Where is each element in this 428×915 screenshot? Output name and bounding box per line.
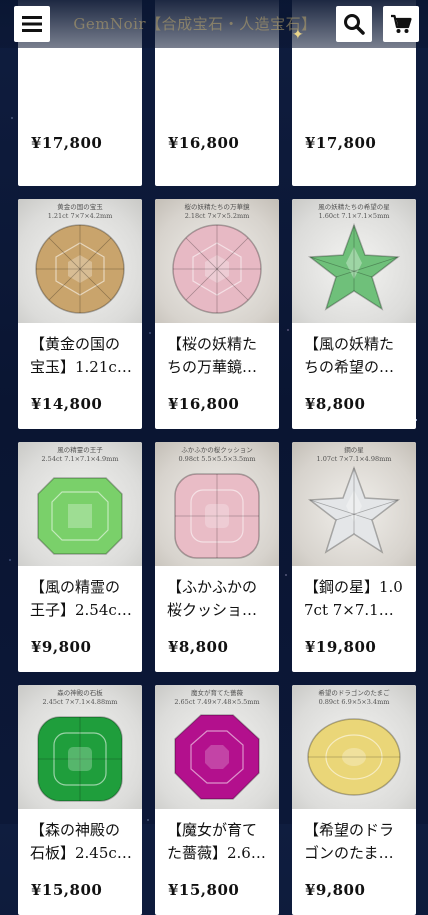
product-price: ¥19,800: [305, 638, 377, 656]
product-price: ¥17,800: [31, 134, 103, 152]
search-button[interactable]: [336, 6, 372, 42]
product-title[interactable]: 【魔女が育てた薔薇】2.65ct 7.49×7.48×5.5mm: [155, 809, 279, 867]
cart-button[interactable]: [383, 6, 419, 42]
sparkle-icon: ✦: [292, 27, 304, 43]
product-price: ¥15,800: [168, 881, 240, 899]
product-photo[interactable]: 桜の妖精たちの万華鏡 2.18ct 7×7×5.2mm: [155, 199, 279, 323]
photo-caption: 風の精霊の王子 2.54ct 7.1×7.1×4.9mm: [41, 446, 119, 463]
product-photo[interactable]: 黄金の国の宝玉 1.21ct 7×7×4.2mm: [18, 199, 142, 323]
product-photo[interactable]: 魔女が育てた薔薇 2.65ct 7.49×7.48×5.5mm: [155, 685, 279, 809]
product-photo[interactable]: 希望のドラゴンのたまご 0.89ct 6.9×5×3.4mm: [292, 685, 416, 809]
product-card[interactable]: 鋼の星 1.07ct 7×7.1×4.98mm 【鋼の星】1.07ct 7×7.1…: [292, 442, 416, 672]
photo-caption: ふかふかの桜クッション 0.98ct 5.5×5.5×3.5mm: [178, 446, 256, 463]
photo-caption: 希望のドラゴンのたまご 0.89ct 6.9×5×3.4mm: [318, 689, 390, 706]
product-photo[interactable]: 風の精霊の王子 2.54ct 7.1×7.1×4.9mm: [18, 442, 142, 566]
product-card[interactable]: ふかふかの桜クッション 0.98ct 5.5×5.5×3.5mm 【ふかふかの桜ク…: [155, 442, 279, 672]
search-icon: [344, 14, 365, 35]
product-grid: ¥17,800 ¥16,800 ¥17,800 黄金の国の宝玉 1.21ct 7…: [18, 0, 416, 915]
product-title[interactable]: 【森の神殿の石板】2.45ct 7×7.1×4.88mm: [18, 809, 142, 867]
product-card[interactable]: 桜の妖精たちの万華鏡 2.18ct 7×7×5.2mm 【桜の妖精たちの万華鏡】2…: [155, 199, 279, 429]
product-title[interactable]: 【風の妖精たちの希望の星】1.60ct 7.1×7.1×5mm: [292, 323, 416, 381]
product-card[interactable]: 魔女が育てた薔薇 2.65ct 7.49×7.48×5.5mm 【魔女が育てた薔薇…: [155, 685, 279, 915]
product-photo[interactable]: ふかふかの桜クッション 0.98ct 5.5×5.5×3.5mm: [155, 442, 279, 566]
product-price: ¥14,800: [31, 395, 103, 413]
product-price: ¥8,800: [305, 395, 366, 413]
photo-caption: 魔女が育てた薔薇 2.65ct 7.49×7.48×5.5mm: [174, 689, 260, 706]
hamburger-menu-icon: [22, 16, 42, 32]
product-title[interactable]: 【黄金の国の宝玉】1.21ct 7×7×4.2mm: [18, 323, 142, 381]
product-card[interactable]: 風の精霊の王子 2.54ct 7.1×7.1×4.9mm 【風の精霊の王子】2.5…: [18, 442, 142, 672]
product-photo[interactable]: 風の妖精たちの希望の星 1.60ct 7.1×7.1×5mm: [292, 199, 416, 323]
product-card[interactable]: 希望のドラゴンのたまご 0.89ct 6.9×5×3.4mm 【希望のドラゴンのた…: [292, 685, 416, 915]
product-photo[interactable]: 鋼の星 1.07ct 7×7.1×4.98mm: [292, 442, 416, 566]
product-title[interactable]: 【風の精霊の王子】2.54ct 7.1×7.1×4.9mm: [18, 566, 142, 624]
photo-caption: 風の妖精たちの希望の星 1.60ct 7.1×7.1×5mm: [318, 203, 390, 220]
site-header: GemNoir【合成宝石・人造宝石】 ✦: [0, 0, 428, 48]
product-photo[interactable]: 森の神殿の石板 2.45ct 7×7.1×4.88mm: [18, 685, 142, 809]
product-price: ¥17,800: [305, 134, 377, 152]
product-price: ¥16,800: [168, 134, 240, 152]
product-title[interactable]: 【ふかふかの桜クッション】0.98ct 5.5×5.5×3.5mm: [155, 566, 279, 624]
photo-caption: 桜の妖精たちの万華鏡 2.18ct 7×7×5.2mm: [184, 203, 250, 220]
photo-caption: 森の神殿の石板 2.45ct 7×7.1×4.88mm: [42, 689, 118, 706]
product-card[interactable]: 森の神殿の石板 2.45ct 7×7.1×4.88mm 【森の神殿の石板】2.45…: [18, 685, 142, 915]
product-title[interactable]: 【鋼の星】1.07ct 7×7.1×4.98mm: [292, 566, 416, 624]
menu-button[interactable]: [14, 6, 50, 42]
photo-caption: 鋼の星 1.07ct 7×7.1×4.98mm: [316, 446, 392, 463]
photo-caption: 黄金の国の宝玉 1.21ct 7×7×4.2mm: [47, 203, 113, 220]
product-title[interactable]: 【希望のドラゴンのたまご】0.89ct 6.9×5×3.4mm: [292, 809, 416, 867]
product-card[interactable]: 風の妖精たちの希望の星 1.60ct 7.1×7.1×5mm 【風の妖精たちの希望…: [292, 199, 416, 429]
product-title[interactable]: 【桜の妖精たちの万華鏡】2.18ct 7×7×5.2mm: [155, 323, 279, 381]
product-price: ¥8,800: [168, 638, 229, 656]
product-price: ¥9,800: [31, 638, 92, 656]
product-price: ¥9,800: [305, 881, 366, 899]
product-price: ¥15,800: [31, 881, 103, 899]
product-price: ¥16,800: [168, 395, 240, 413]
site-title[interactable]: GemNoir【合成宝石・人造宝石】: [60, 13, 330, 34]
product-card[interactable]: 黄金の国の宝玉 1.21ct 7×7×4.2mm 【黄金の国の宝玉】1.21ct …: [18, 199, 142, 429]
cart-icon: [391, 14, 412, 33]
